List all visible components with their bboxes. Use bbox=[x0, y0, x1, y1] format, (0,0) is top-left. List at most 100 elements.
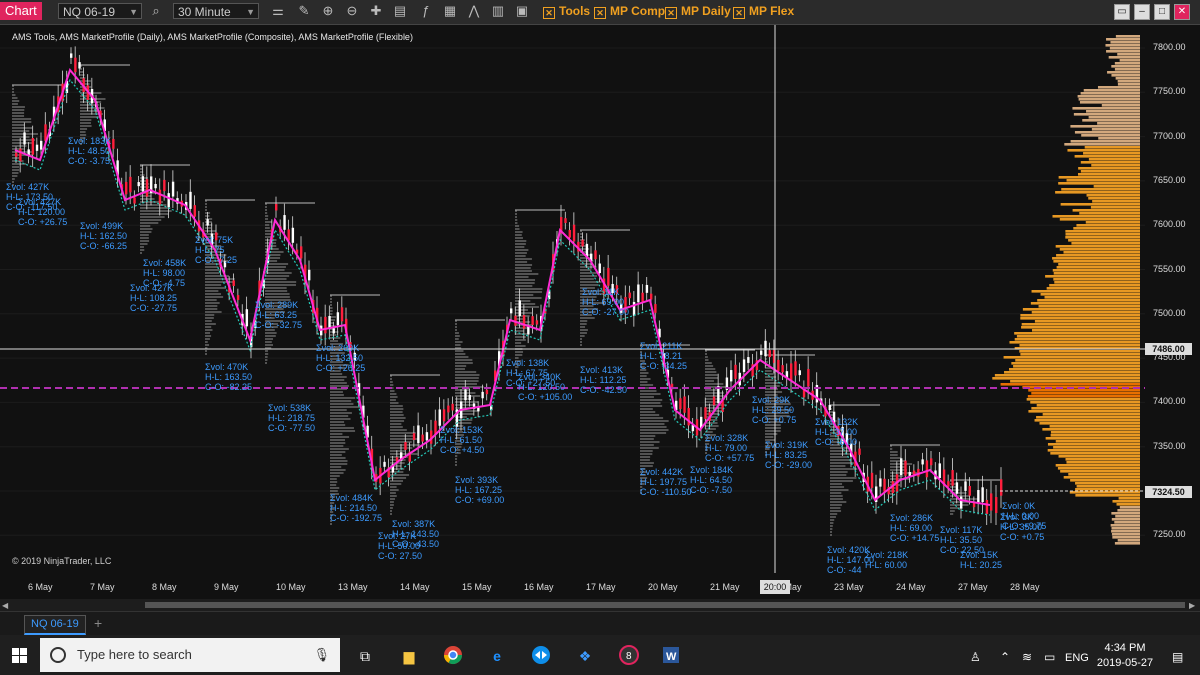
window-icon[interactable]: ▭ bbox=[1114, 4, 1130, 20]
composite-bar bbox=[1055, 191, 1140, 194]
profile-bar bbox=[12, 94, 16, 96]
composite-bar bbox=[1078, 167, 1140, 170]
profile-bar bbox=[205, 278, 235, 280]
interval-selector[interactable]: 30 Minute ▼ bbox=[173, 3, 259, 19]
profile-bar bbox=[390, 432, 416, 434]
chart-panel[interactable]: AMS Tools, AMS MarketProfile (Daily), AM… bbox=[0, 25, 1145, 575]
microphone-icon[interactable]: 🎙 bbox=[313, 638, 330, 672]
composite-bar bbox=[1117, 80, 1140, 83]
wifi-icon[interactable]: ≋ bbox=[1022, 650, 1032, 664]
composite-bar bbox=[1112, 500, 1140, 503]
scrollbar-thumb[interactable] bbox=[145, 602, 1185, 608]
edge-icon[interactable]: e bbox=[486, 645, 508, 667]
bar-type-icon[interactable]: ⚌ bbox=[270, 3, 286, 19]
profile-bar bbox=[950, 495, 970, 497]
task-view-icon[interactable]: ⧉ bbox=[354, 645, 376, 667]
tools-toggle[interactable]: ✕ Tools bbox=[543, 4, 590, 19]
profile-bar bbox=[140, 195, 152, 197]
profile-bar bbox=[330, 319, 336, 321]
profile-bar bbox=[950, 486, 957, 488]
composite-bar bbox=[1114, 542, 1140, 545]
composite-bar bbox=[1052, 257, 1140, 260]
mp-comp-toggle[interactable]: ✕ MP Comp bbox=[594, 4, 665, 19]
zoom-out-icon[interactable]: ⊖ bbox=[344, 3, 360, 19]
file-explorer-icon[interactable]: ▆ bbox=[398, 645, 420, 667]
composite-bar bbox=[1077, 95, 1140, 98]
profile-bar bbox=[265, 284, 296, 286]
instrument-selector[interactable]: NQ 06-19 ▼ bbox=[58, 3, 142, 19]
session-stats: Σvol: 413K H-L: 112.25 C-O: -42.50 bbox=[580, 365, 628, 395]
battery-icon[interactable]: ▭ bbox=[1044, 650, 1055, 664]
profile-bar bbox=[830, 510, 842, 512]
minimize-icon[interactable]: – bbox=[1134, 4, 1150, 20]
properties-icon[interactable]: ▤ bbox=[392, 3, 408, 19]
profile-bar bbox=[330, 391, 343, 393]
profile-bar bbox=[455, 365, 467, 367]
composite-bar bbox=[1084, 146, 1140, 149]
profile-bar bbox=[580, 233, 582, 235]
profile-bar bbox=[455, 389, 470, 391]
mp-flex-toggle[interactable]: ✕ MP Flex bbox=[733, 4, 794, 19]
composite-bar bbox=[1031, 290, 1140, 293]
composite-bar bbox=[1076, 224, 1140, 227]
profile-bar bbox=[515, 228, 520, 230]
composite-bar bbox=[1088, 158, 1140, 161]
data-box-icon[interactable]: ▣ bbox=[514, 3, 530, 19]
scroll-right-icon[interactable]: ▶ bbox=[1189, 601, 1195, 610]
crosshair-icon[interactable]: ✚ bbox=[368, 3, 384, 19]
candle-body bbox=[481, 391, 484, 399]
profile-bar bbox=[515, 255, 526, 257]
chevron-up-icon[interactable]: ⌃ bbox=[1000, 650, 1010, 664]
search-icon[interactable]: ⌕ bbox=[148, 3, 164, 19]
strategy-icon[interactable]: ƒ bbox=[418, 3, 434, 19]
templates-icon[interactable]: ▦ bbox=[442, 3, 458, 19]
ninjatrader-icon[interactable]: 8 bbox=[618, 645, 640, 667]
word-icon[interactable]: W bbox=[660, 645, 682, 667]
candle-body bbox=[977, 490, 980, 504]
horizontal-scrollbar[interactable]: ◀ ▶ bbox=[0, 599, 1200, 611]
teamviewer-icon[interactable] bbox=[530, 645, 552, 667]
chart-title-tab[interactable]: Chart bbox=[0, 2, 42, 20]
profile-bar bbox=[455, 404, 474, 406]
indicator-icon[interactable]: ⋀ bbox=[466, 3, 482, 19]
profile-bar bbox=[390, 489, 399, 491]
people-icon[interactable]: ♙ bbox=[970, 650, 981, 664]
date-tick-label: 13 May bbox=[338, 582, 368, 592]
price-tick-label: 7600.00 bbox=[1153, 219, 1186, 230]
tab-nq-06-19[interactable]: NQ 06-19 bbox=[24, 615, 86, 635]
mp-daily-toggle[interactable]: ✕ MP Daily bbox=[665, 4, 731, 19]
profile-bar bbox=[830, 504, 842, 506]
candle-body bbox=[858, 448, 861, 455]
profile-bar bbox=[390, 408, 404, 410]
composite-bar bbox=[1111, 65, 1140, 68]
candle-body bbox=[125, 181, 128, 195]
profile-bar bbox=[80, 116, 100, 118]
composite-bar bbox=[1080, 161, 1140, 164]
session-stats: Σvol: 442K H-L: 197.75 C-O: -110.50 bbox=[640, 467, 692, 497]
taskbar-search-input[interactable]: Type here to search 🎙 bbox=[40, 638, 340, 672]
profile-bar bbox=[330, 484, 337, 486]
maximize-icon[interactable]: □ bbox=[1154, 4, 1170, 20]
notifications-icon[interactable]: ▤ bbox=[1172, 650, 1183, 664]
candle-body bbox=[78, 62, 81, 69]
profile-bar bbox=[950, 498, 979, 500]
draw-pencil-icon[interactable]: ✎ bbox=[296, 3, 312, 19]
candle-body bbox=[40, 140, 43, 150]
composite-bar bbox=[1056, 266, 1140, 269]
candle-body bbox=[964, 481, 967, 491]
composite-bar bbox=[1055, 440, 1140, 443]
scroll-left-icon[interactable]: ◀ bbox=[2, 601, 8, 610]
chrome-icon[interactable] bbox=[442, 645, 464, 667]
time-axis[interactable]: 6 May 7 May 8 May 9 May 10 May 13 May 14 May 15… bbox=[0, 573, 1200, 599]
profile-bar bbox=[205, 350, 207, 352]
profile-bar bbox=[390, 441, 412, 443]
windows-start-icon[interactable] bbox=[12, 648, 27, 663]
profile-bar bbox=[330, 481, 338, 483]
dropbox-icon[interactable]: ❖ bbox=[574, 645, 596, 667]
zoom-in-icon[interactable]: ⊕ bbox=[320, 3, 336, 19]
close-icon[interactable]: ✕ bbox=[1174, 4, 1190, 20]
add-tab-button[interactable]: + bbox=[94, 615, 102, 631]
taskbar-clock[interactable]: 4:34 PM 2019-05-27 bbox=[1090, 641, 1160, 671]
grid-icon[interactable]: ▥ bbox=[490, 3, 506, 19]
language-indicator[interactable]: ENG bbox=[1065, 652, 1089, 664]
